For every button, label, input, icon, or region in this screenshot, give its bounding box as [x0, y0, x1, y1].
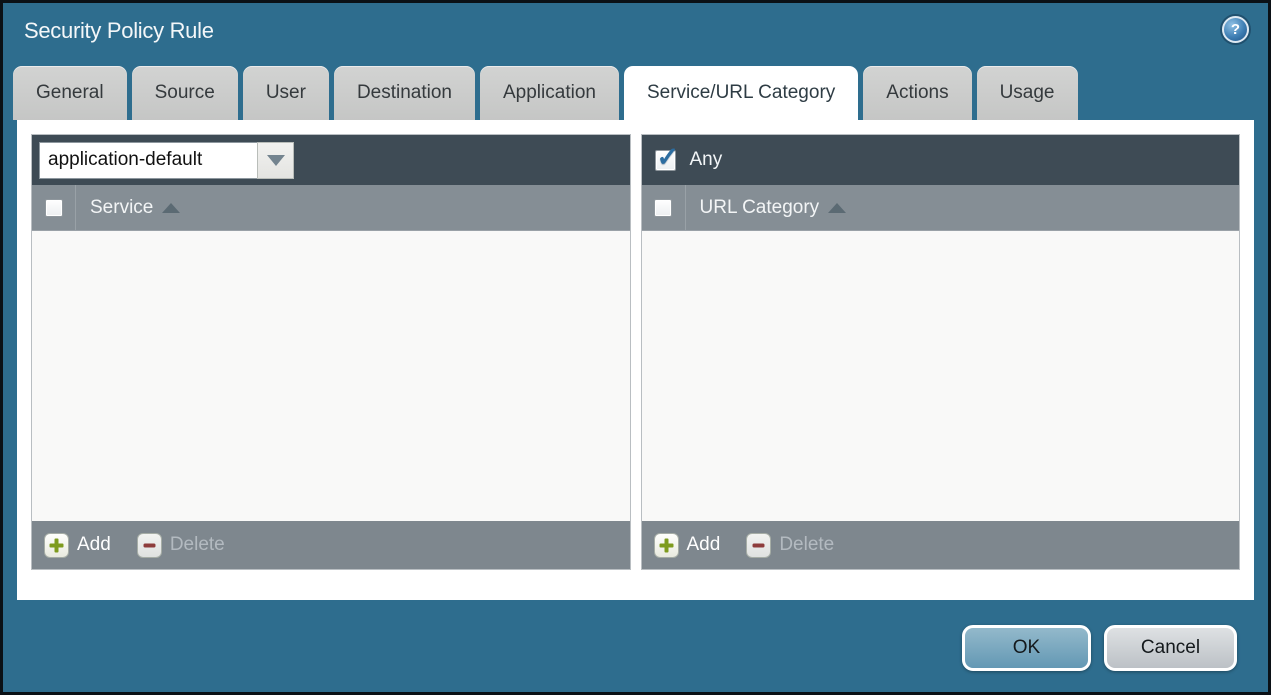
service-dropdown-input[interactable] — [39, 141, 257, 179]
dialog-actions: OK Cancel — [962, 625, 1237, 671]
any-checkbox-label: Any — [689, 149, 723, 170]
dialog-title: Security Policy Rule — [24, 18, 214, 43]
help-icon[interactable]: ? — [1222, 16, 1249, 43]
ok-button[interactable]: OK — [962, 625, 1091, 671]
service-dropdown-button[interactable] — [257, 141, 294, 179]
tab-source[interactable]: Source — [131, 66, 238, 120]
service-column-header: Service — [32, 185, 630, 231]
service-column-sort[interactable]: Service — [76, 196, 181, 219]
add-button-label: Add — [686, 534, 721, 555]
service-select-all-cell — [32, 185, 76, 230]
url-category-column-header: URL Category — [641, 185, 1239, 231]
service-toolbar — [32, 135, 630, 185]
url-category-delete-button[interactable]: Delete — [746, 532, 835, 558]
sort-ascending-icon — [828, 202, 847, 213]
tab-actions[interactable]: Actions — [863, 66, 972, 120]
service-list[interactable] — [32, 231, 630, 521]
url-category-toolbar: Any — [641, 135, 1239, 185]
url-category-column-label: URL Category — [699, 196, 820, 218]
service-column-label: Service — [90, 196, 154, 218]
url-category-list[interactable] — [641, 231, 1239, 521]
tab-bar: General Source User Destination Applicat… — [13, 66, 1258, 120]
plus-icon — [653, 532, 679, 558]
delete-button-label: Delete — [779, 534, 835, 555]
service-add-button[interactable]: Add — [44, 532, 111, 558]
tab-usage[interactable]: Usage — [976, 66, 1078, 120]
service-dropdown — [39, 141, 294, 179]
security-policy-rule-dialog: Security Policy Rule ? General Source Us… — [0, 0, 1271, 695]
tab-general[interactable]: General — [13, 66, 127, 120]
url-category-column-sort[interactable]: URL Category — [686, 197, 847, 219]
title-bar: Security Policy Rule ? — [3, 3, 1268, 63]
tab-application[interactable]: Application — [480, 66, 619, 120]
any-checkbox[interactable] — [654, 142, 679, 173]
minus-icon — [136, 532, 162, 558]
service-footer: Add Delete — [32, 521, 630, 569]
service-delete-button[interactable]: Delete — [136, 532, 225, 558]
add-button-label: Add — [77, 534, 111, 555]
tab-destination[interactable]: Destination — [333, 66, 475, 120]
plus-icon — [44, 532, 69, 558]
sort-ascending-icon — [162, 202, 181, 213]
url-category-select-all-checkbox[interactable] — [654, 198, 672, 217]
chevron-down-icon — [266, 154, 285, 166]
cancel-button[interactable]: Cancel — [1104, 625, 1237, 671]
minus-icon — [746, 532, 772, 558]
service-select-all-checkbox[interactable] — [44, 198, 63, 217]
tab-content: Service Add Delete — [17, 120, 1254, 600]
url-category-footer: Add Delete — [641, 521, 1239, 569]
service-panel: Service Add Delete — [31, 134, 631, 570]
tab-user[interactable]: User — [242, 66, 329, 120]
delete-button-label: Delete — [169, 534, 225, 555]
url-category-select-all-cell — [642, 185, 686, 230]
url-category-add-button[interactable]: Add — [653, 532, 721, 558]
tab-service-url-category[interactable]: Service/URL Category — [623, 66, 859, 120]
url-category-panel: Any URL Category Add — [640, 134, 1240, 570]
